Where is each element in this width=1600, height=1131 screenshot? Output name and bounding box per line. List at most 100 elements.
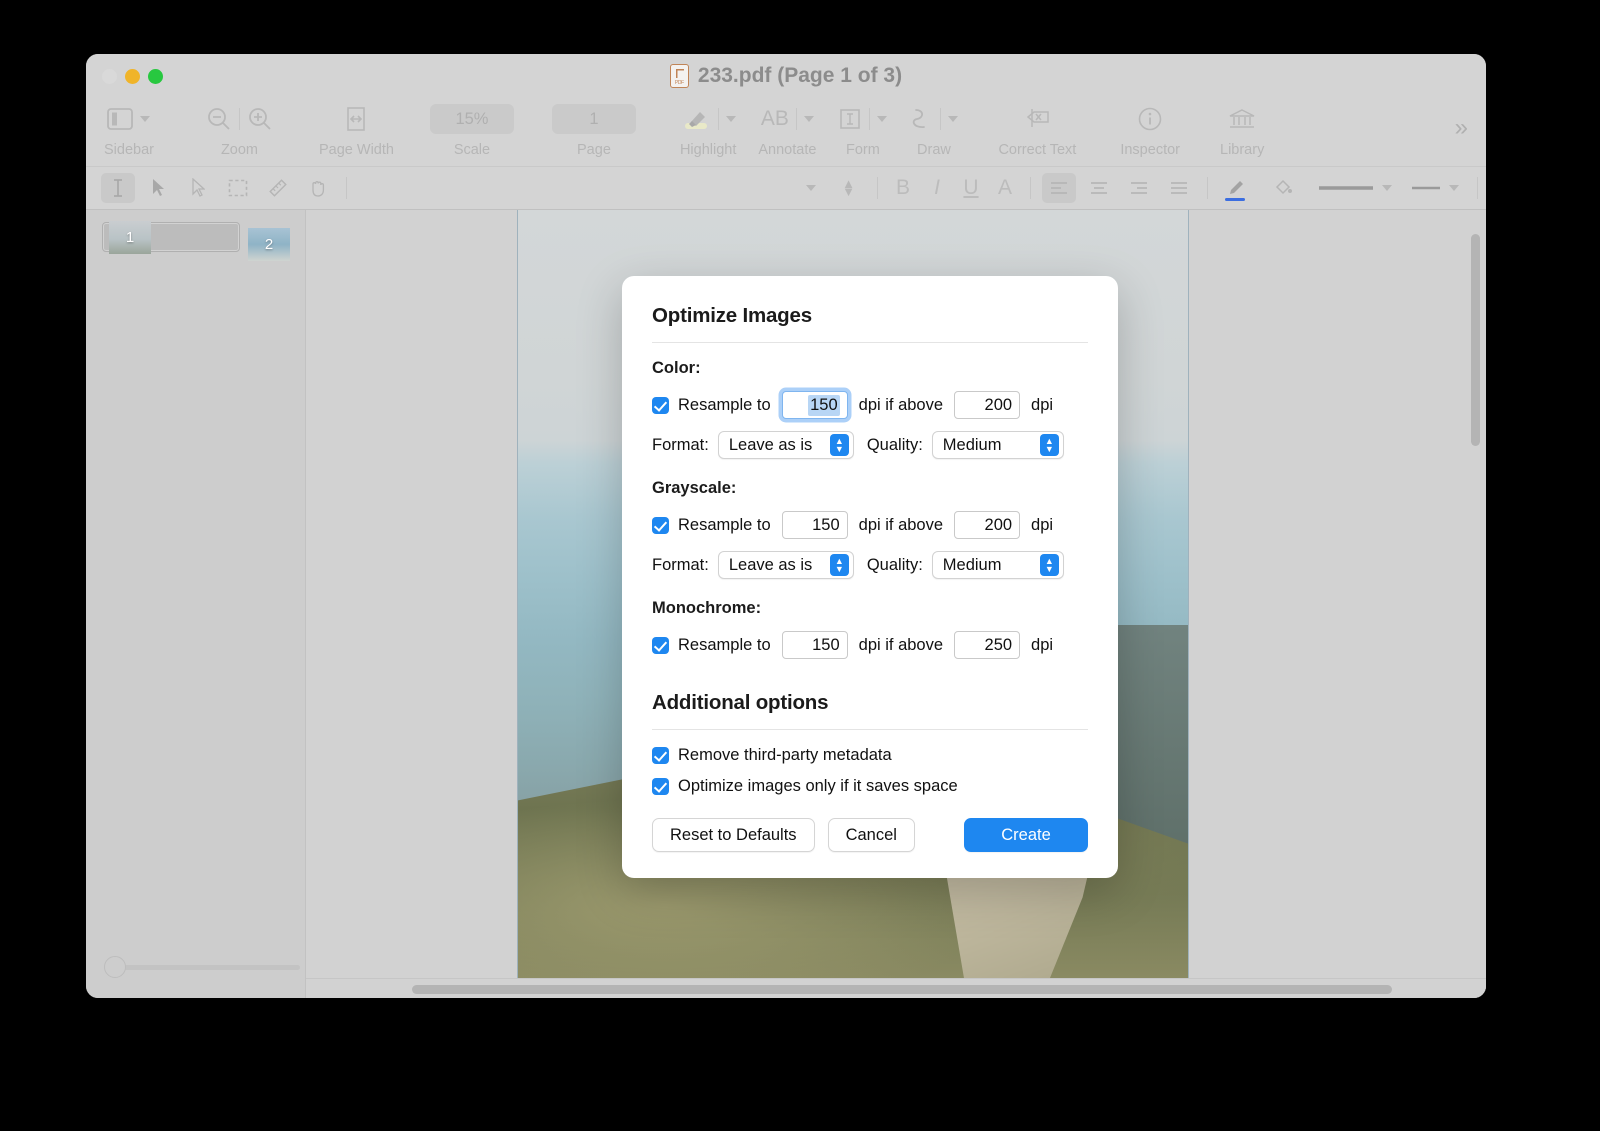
thumbnail-page-2[interactable]: 2 <box>248 228 290 261</box>
highlighter-icon[interactable] <box>681 106 711 132</box>
grayscale-resample-checkbox[interactable] <box>652 516 669 534</box>
toolbar-group-inspector[interactable]: Inspector <box>1120 102 1180 158</box>
pen-icon[interactable] <box>1219 173 1253 203</box>
grayscale-format-row: Format: Leave as is ▲ ▼ Quality: Medium ▲… <box>652 551 1088 579</box>
color-resample-input[interactable]: 150 <box>781 391 848 419</box>
underline-button[interactable]: U <box>954 176 988 200</box>
grayscale-threshold-label: dpi if above <box>858 515 944 534</box>
ruler-tool[interactable] <box>261 173 295 203</box>
scale-field[interactable]: 15% <box>429 104 514 134</box>
dash-style-control[interactable] <box>1410 183 1459 193</box>
monochrome-resample-input[interactable]: 150 <box>781 631 848 659</box>
chevron-down-icon[interactable] <box>877 116 888 122</box>
thumbnail-page-1[interactable]: 1 <box>102 220 240 254</box>
vertical-scrollbar[interactable] <box>1471 234 1480 446</box>
remove-metadata-checkbox[interactable] <box>652 747 669 764</box>
grayscale-threshold-input[interactable]: 200 <box>954 511 1021 539</box>
save-space-checkbox[interactable] <box>652 778 669 795</box>
italic-button[interactable]: I <box>920 176 954 200</box>
save-space-label: Optimize images only if it saves space <box>678 777 958 795</box>
arrow-select-tool[interactable] <box>141 173 175 203</box>
toolbar-group-library[interactable]: Library <box>1220 102 1264 158</box>
grayscale-resample-row: Resample to 150 dpi if above 200 dpi <box>652 511 1088 539</box>
chevron-down-icon[interactable] <box>948 116 959 122</box>
chevron-down-icon[interactable] <box>1449 185 1459 191</box>
color-resample-checkbox[interactable] <box>652 396 669 414</box>
align-center-button[interactable] <box>1082 173 1116 203</box>
grayscale-format-select[interactable]: Leave as is ▲ ▼ <box>717 551 854 579</box>
pointer-tool[interactable] <box>181 173 215 203</box>
color-resample-row: Resample to 150 dpi if above 200 dpi <box>652 391 1088 419</box>
toolbar-group-sidebar[interactable]: Sidebar <box>104 102 154 158</box>
stepper-icon[interactable]: ▲ ▼ <box>1039 434 1059 456</box>
chevron-down-icon[interactable] <box>806 185 817 191</box>
fill-bucket-icon[interactable] <box>1266 173 1300 203</box>
hand-tool[interactable] <box>301 173 335 203</box>
correct-text-icon[interactable] <box>1022 107 1052 131</box>
marquee-select-tool[interactable] <box>221 173 255 203</box>
toolbar-group-zoom[interactable]: Zoom <box>206 102 273 158</box>
chevron-down-icon[interactable] <box>1382 185 1392 191</box>
thumbnail-size-slider[interactable] <box>104 956 300 978</box>
monochrome-resample-row: Resample to 150 dpi if above 250 dpi <box>652 631 1088 659</box>
align-right-button[interactable] <box>1122 173 1156 203</box>
toolbar-group-scale[interactable]: 15% Scale <box>429 102 514 158</box>
library-icon[interactable] <box>1228 107 1256 131</box>
stepper-icon[interactable]: ▲ ▼ <box>842 177 855 198</box>
monochrome-unit-label: dpi <box>1031 635 1054 654</box>
color-format-select[interactable]: Leave as is ▲ ▼ <box>717 431 854 459</box>
zoom-button[interactable] <box>148 68 163 84</box>
zoom-out-icon[interactable] <box>206 106 232 132</box>
toolbar-group-draw[interactable]: Draw <box>909 102 959 158</box>
sidebar-icon[interactable] <box>107 108 134 130</box>
stepper-icon[interactable]: ▲ ▼ <box>829 554 849 576</box>
horizontal-scrollbar[interactable] <box>412 985 1392 994</box>
toolbar-group-page-width[interactable]: Page Width <box>319 102 394 158</box>
chevron-down-icon[interactable] <box>803 116 814 122</box>
create-button[interactable]: Create <box>964 818 1088 852</box>
color-resample-label: Resample to <box>678 395 771 414</box>
toolbar-overflow-button[interactable]: » <box>1455 114 1468 142</box>
color-quality-select[interactable]: Medium ▲ ▼ <box>931 431 1064 459</box>
page-field[interactable]: 1 <box>551 104 636 134</box>
info-icon[interactable] <box>1137 106 1163 132</box>
form-icon[interactable] <box>838 107 862 131</box>
bold-button[interactable]: B <box>886 176 920 200</box>
stepper-icon[interactable]: ▲ ▼ <box>829 434 849 456</box>
slider-knob[interactable] <box>104 956 126 978</box>
toolbar-label: Inspector <box>1120 142 1180 158</box>
minimize-button[interactable] <box>125 68 140 84</box>
toolbar-group-form[interactable]: Form <box>838 102 888 158</box>
toolbar-label: Zoom <box>220 142 259 158</box>
close-button[interactable] <box>102 68 117 84</box>
toolbar-group-highlight[interactable]: Highlight <box>680 102 736 158</box>
chevron-down-icon[interactable] <box>725 116 736 122</box>
draw-icon[interactable] <box>909 106 933 132</box>
stroke-width-control[interactable] <box>1317 183 1392 193</box>
grayscale-quality-select[interactable]: Medium ▲ ▼ <box>931 551 1064 579</box>
dialog-title: Optimize Images <box>652 304 812 327</box>
font-style-button[interactable]: A <box>988 176 1022 200</box>
align-left-button[interactable] <box>1042 173 1076 203</box>
color-threshold-input[interactable]: 200 <box>954 391 1021 419</box>
monochrome-threshold-input[interactable]: 250 <box>954 631 1021 659</box>
text-cursor-tool[interactable] <box>101 173 135 203</box>
color-quality-label: Quality: <box>866 435 923 454</box>
toolbar-group-correct-text[interactable]: Correct Text <box>998 102 1076 158</box>
formatting-toolbar: ▲ ▼ B I U A <box>86 166 1486 210</box>
monochrome-resample-checkbox[interactable] <box>652 636 669 654</box>
reset-to-defaults-button[interactable]: Reset to Defaults <box>652 818 815 852</box>
horizontal-scrollbar-track <box>306 978 1486 998</box>
cancel-button[interactable]: Cancel <box>827 818 915 852</box>
stepper-icon[interactable]: ▲ ▼ <box>1039 554 1059 576</box>
page-width-icon[interactable] <box>344 106 368 132</box>
toolbar-group-annotate[interactable]: AB Annotate <box>758 102 816 158</box>
align-justify-button[interactable] <box>1162 173 1196 203</box>
grayscale-resample-input[interactable]: 150 <box>781 511 848 539</box>
toolbar-group-page[interactable]: 1 Page <box>551 102 636 158</box>
toolbar-divider <box>1477 177 1478 199</box>
annotate-icon[interactable]: AB <box>761 107 789 131</box>
zoom-in-icon[interactable] <box>247 106 273 132</box>
toolbar-divider <box>717 108 719 130</box>
chevron-down-icon[interactable] <box>140 116 151 122</box>
